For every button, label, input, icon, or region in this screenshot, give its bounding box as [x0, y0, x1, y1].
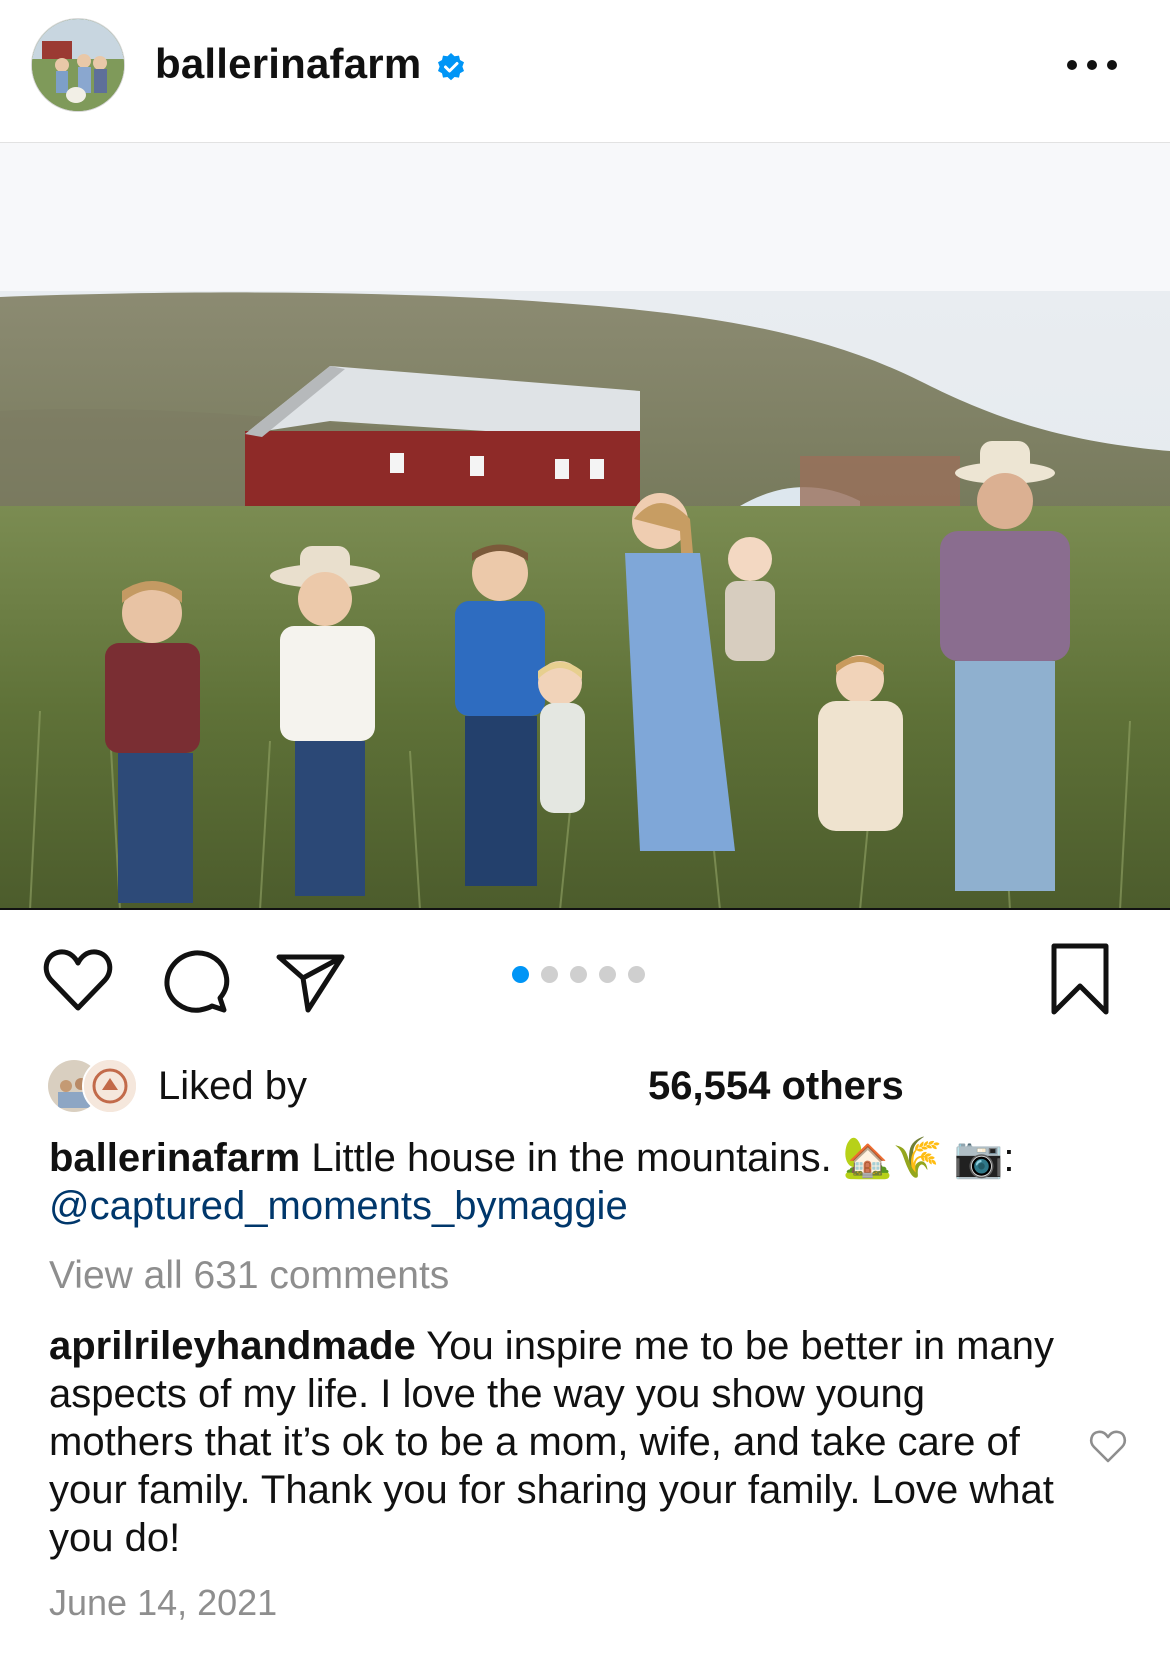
post-media[interactable] — [0, 143, 1170, 910]
bookmark-icon — [1051, 943, 1109, 1015]
carousel-indicator — [512, 966, 645, 983]
comment-bubble-icon — [164, 950, 230, 1013]
comment-button[interactable] — [156, 940, 236, 1020]
post-caption: ballerinafarm Little house in the mounta… — [49, 1134, 1129, 1230]
liked-by-label: Liked by — [158, 1064, 307, 1108]
redacted-liker-name — [346, 1072, 656, 1108]
more-horizontal-icon[interactable] — [1062, 50, 1122, 80]
likes-summary[interactable]: Liked by 56,554 others — [46, 1058, 1146, 1114]
carousel-dot — [570, 966, 587, 983]
comment-username[interactable]: aprilrileyhandmade — [49, 1324, 416, 1368]
share-button[interactable] — [270, 940, 350, 1020]
carousel-dot — [541, 966, 558, 983]
paper-plane-icon — [276, 954, 345, 1013]
profile-avatar[interactable] — [31, 18, 125, 112]
comment-like-heart-icon[interactable] — [1088, 1426, 1128, 1466]
caption-username[interactable]: ballerinafarm — [49, 1136, 300, 1180]
post-date: June 14, 2021 — [49, 1582, 278, 1623]
view-all-comments-link[interactable]: View all 631 comments — [49, 1254, 449, 1298]
verified-badge-icon — [438, 53, 464, 81]
save-button[interactable] — [1040, 940, 1120, 1020]
caption-text: Little house in the mountains. 🏡🌾 📷: — [311, 1136, 1015, 1180]
post-header: ballerinafarm — [0, 0, 1170, 143]
likes-count[interactable]: 56,554 others — [648, 1064, 904, 1109]
liker-avatar — [82, 1058, 138, 1114]
like-button[interactable] — [38, 940, 118, 1020]
top-comment: aprilrileyhandmade You inspire me to be … — [49, 1322, 1059, 1562]
carousel-dot — [628, 966, 645, 983]
carousel-dot — [599, 966, 616, 983]
heart-icon — [43, 949, 113, 1011]
caption-mention[interactable]: @captured_moments_bymaggie — [49, 1184, 628, 1228]
post-username[interactable]: ballerinafarm — [155, 40, 421, 88]
family-farm-photo — [0, 291, 1170, 910]
carousel-dot-active — [512, 966, 529, 983]
